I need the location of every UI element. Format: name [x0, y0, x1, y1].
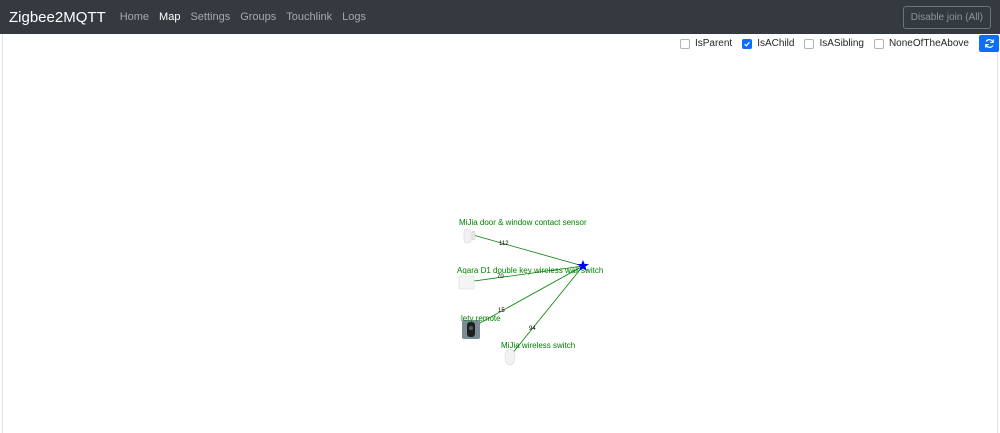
node-label: lety remote — [461, 314, 501, 323]
node-label: MiJia wireless switch — [501, 341, 575, 350]
network-map[interactable]: 112 70 15 94 MiJia door & window contact… — [0, 0, 1000, 433]
filter-isachild[interactable]: IsAChild — [742, 38, 794, 49]
filter-isparent[interactable]: IsParent — [679, 38, 733, 49]
door-sensor-icon — [463, 228, 476, 244]
link-line — [472, 234, 584, 267]
noneoftheabove-label: NoneOfTheAbove — [888, 38, 969, 49]
link-quality-label: 94 — [529, 326, 536, 332]
map-node[interactable]: lety remote — [461, 314, 501, 339]
filter-noneoftheabove[interactable]: NoneOfTheAbove — [873, 38, 969, 49]
node-label: MiJia door & window contact sensor — [459, 218, 587, 227]
noneoftheabove-checkbox[interactable] — [873, 38, 884, 49]
wireless-switch-icon — [504, 348, 516, 366]
filter-isasibling[interactable]: IsASibling — [804, 38, 864, 49]
map-node[interactable]: MiJia door & window contact sensor — [459, 218, 587, 244]
wall-switch-icon — [458, 275, 475, 290]
isachild-checkbox[interactable] — [742, 38, 753, 49]
isparent-checkbox[interactable] — [679, 38, 690, 49]
isparent-label: IsParent — [694, 38, 733, 49]
isachild-label: IsAChild — [757, 38, 795, 49]
link-quality-label: 112 — [499, 241, 509, 247]
map-links — [466, 234, 584, 356]
map-node[interactable]: MiJia wireless switch — [501, 341, 575, 366]
map-filters: IsParent IsAChild IsASibling NoneOfTheAb… — [679, 35, 1000, 52]
isasibling-label: IsASibling — [819, 38, 864, 49]
isasibling-checkbox[interactable] — [804, 38, 815, 49]
checkmark-icon — [744, 41, 751, 47]
refresh-button[interactable] — [979, 35, 999, 52]
refresh-icon — [984, 39, 994, 48]
